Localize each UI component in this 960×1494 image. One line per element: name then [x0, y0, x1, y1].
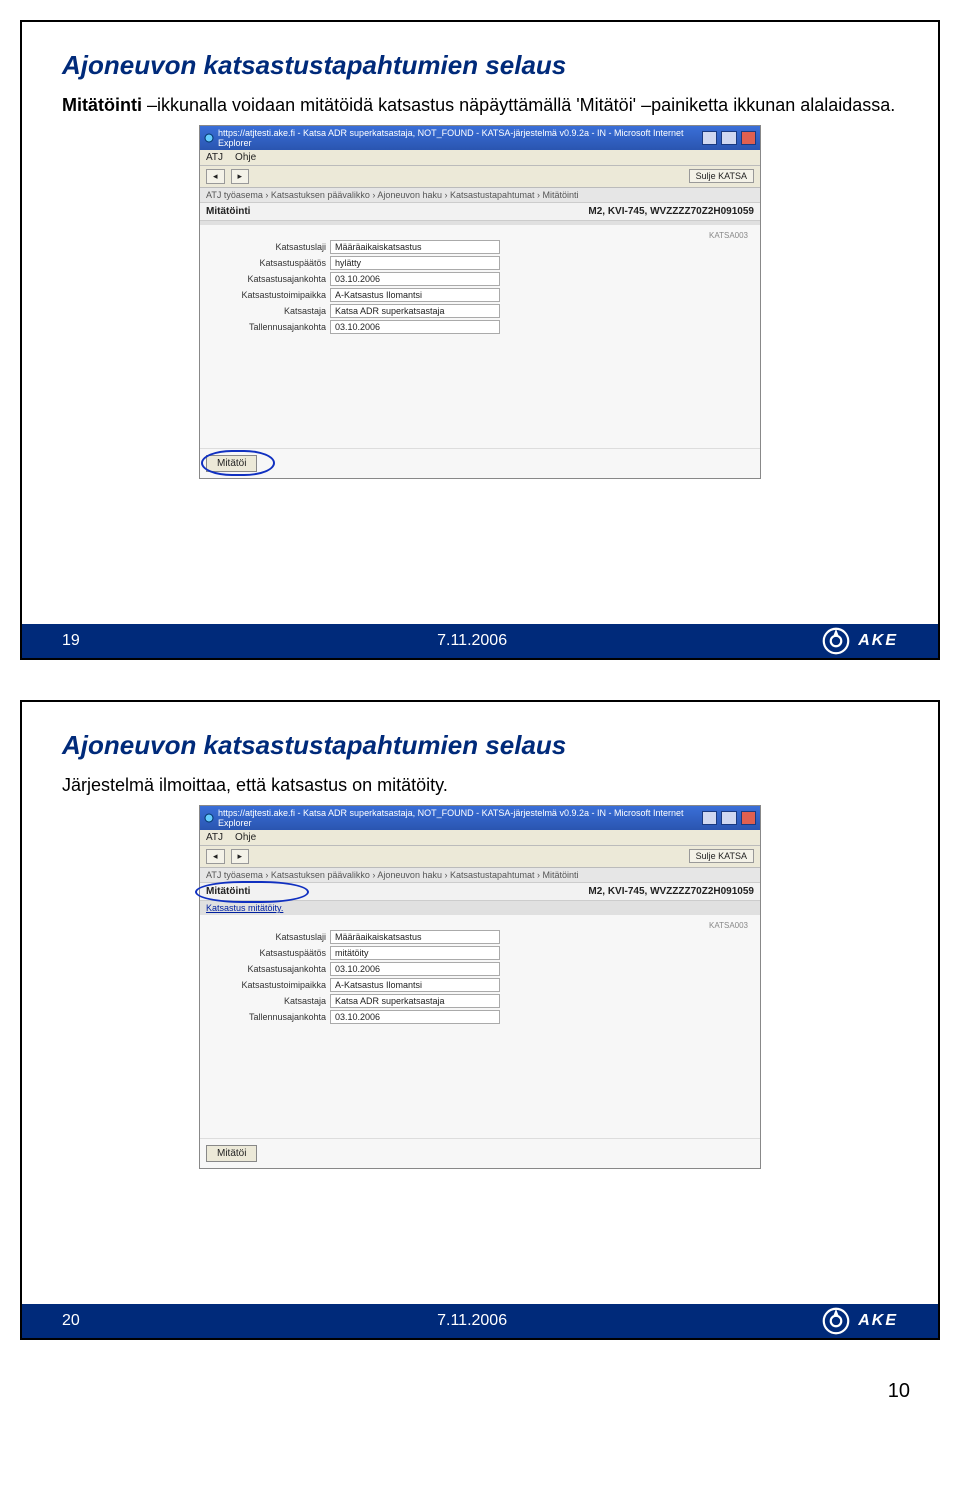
ake-logo-icon [822, 627, 850, 655]
slide-body: Järjestelmä ilmoittaa, että katsastus on… [62, 773, 898, 797]
footer-brand: AKE [822, 627, 898, 655]
slide: Ajoneuvon katsastustapahtumien selaus Jä… [20, 700, 940, 1340]
ie-icon [204, 813, 214, 823]
slide-date: 7.11.2006 [122, 1312, 822, 1330]
minimize-icon[interactable] [702, 131, 717, 145]
label-katsastuspaatos: Katsastuspäätös [206, 258, 330, 268]
ie-title-text: https://atjtesti.ake.fi - Katsa ADR supe… [218, 128, 694, 148]
value-katsastaja: Katsa ADR superkatsastaja [330, 994, 500, 1008]
value-katsastusajankohta: 03.10.2006 [330, 272, 500, 286]
app-menubar: ATJ Ohje [200, 830, 760, 846]
page-header: Mitätöinti M2, KVI-745, WVZZZZ70Z2H09105… [200, 203, 760, 221]
nav-fwd-button[interactable]: ▸ [231, 169, 250, 184]
mitatoi-button[interactable]: Mitätöi [206, 455, 257, 472]
page-header: Mitätöinti M2, KVI-745, WVZZZZ70Z2H09105… [200, 883, 760, 901]
value-katsastusajankohta: 03.10.2006 [330, 962, 500, 976]
app-menubar: ATJ Ohje [200, 150, 760, 166]
slide-number: 19 [62, 632, 122, 650]
label-katsastusajankohta: Katsastusajankohta [206, 964, 330, 974]
button-row: Mitätöi [200, 1138, 760, 1168]
maximize-icon[interactable] [721, 811, 736, 825]
value-katsastustoimipaikka: A-Katsastus Ilomantsi [330, 288, 500, 302]
label-katsastaja: Katsastaja [206, 996, 330, 1006]
slide-number: 20 [62, 1312, 122, 1330]
screen-ref: KATSA003 [206, 231, 754, 240]
ie-titlebar: https://atjtesti.ake.fi - Katsa ADR supe… [200, 126, 760, 150]
slide-date: 7.11.2006 [122, 632, 822, 650]
page-number: 10 [20, 1380, 940, 1403]
label-katsastaja: Katsastaja [206, 306, 330, 316]
ie-icon [204, 133, 214, 143]
slide-title: Ajoneuvon katsastustapahtumien selaus [62, 730, 898, 761]
footer-brand: AKE [822, 1307, 898, 1335]
screen-ref: KATSA003 [206, 921, 754, 930]
menu-ohje[interactable]: Ohje [235, 832, 256, 843]
close-icon[interactable] [741, 811, 756, 825]
app-toolbar: ◂ ▸ Sulje KATSA [200, 166, 760, 188]
menu-atj[interactable]: ATJ [206, 832, 223, 843]
ie-window: https://atjtesti.ake.fi - Katsa ADR supe… [199, 125, 761, 479]
form-spacer [200, 338, 760, 448]
slide-footer: 20 7.11.2006 AKE [22, 1304, 938, 1338]
close-katsa-button[interactable]: Sulje KATSA [689, 169, 754, 183]
nav-back-button[interactable]: ◂ [206, 849, 225, 864]
slide: Ajoneuvon katsastustapahtumien selaus Mi… [20, 20, 940, 660]
value-katsastuslaji: Määräaikaiskatsastus [330, 240, 500, 254]
page-header-right: M2, KVI-745, WVZZZZ70Z2H091059 [588, 886, 754, 897]
page-header-right: M2, KVI-745, WVZZZZ70Z2H091059 [588, 206, 754, 217]
nav-back-button[interactable]: ◂ [206, 169, 225, 184]
body-rest: –ikkunalla voidaan mitätöidä katsastus n… [142, 95, 895, 115]
brand-text: AKE [858, 632, 898, 650]
maximize-icon[interactable] [721, 131, 736, 145]
label-katsastuslaji: Katsastuslaji [206, 242, 330, 252]
slide-footer: 19 7.11.2006 AKE [22, 624, 938, 658]
close-icon[interactable] [741, 131, 756, 145]
ie-titlebar: https://atjtesti.ake.fi - Katsa ADR supe… [200, 806, 760, 830]
ie-window: https://atjtesti.ake.fi - Katsa ADR supe… [199, 805, 761, 1169]
status-message: Katsastus mitätöity. [200, 901, 760, 915]
body-bold: Mitätöinti [62, 95, 142, 115]
label-katsastustoimipaikka: Katsastustoimipaikka [206, 980, 330, 990]
value-katsastuspaatos: mitätöity [330, 946, 500, 960]
slide-title: Ajoneuvon katsastustapahtumien selaus [62, 50, 898, 81]
label-katsastuslaji: Katsastuslaji [206, 932, 330, 942]
value-katsastuspaatos: hylätty [330, 256, 500, 270]
value-katsastuslaji: Määräaikaiskatsastus [330, 930, 500, 944]
label-tallennusajankohta: Tallennusajankohta [206, 322, 330, 332]
close-katsa-button[interactable]: Sulje KATSA [689, 849, 754, 863]
body-rest: Järjestelmä ilmoittaa, että katsastus on… [62, 775, 448, 795]
value-katsastustoimipaikka: A-Katsastus Ilomantsi [330, 978, 500, 992]
value-tallennusajankohta: 03.10.2006 [330, 320, 500, 334]
label-tallennusajankohta: Tallennusajankohta [206, 1012, 330, 1022]
label-katsastuspaatos: Katsastuspäätös [206, 948, 330, 958]
ake-logo-icon [822, 1307, 850, 1335]
page-header-left: Mitätöinti [206, 206, 250, 217]
ie-title-text: https://atjtesti.ake.fi - Katsa ADR supe… [218, 808, 694, 828]
form-content: KATSA003 KatsastuslajiMääräaikaiskatsast… [200, 915, 760, 1028]
brand-text: AKE [858, 1312, 898, 1330]
value-katsastaja: Katsa ADR superkatsastaja [330, 304, 500, 318]
nav-fwd-button[interactable]: ▸ [231, 849, 250, 864]
minimize-icon[interactable] [702, 811, 717, 825]
breadcrumb: ATJ työasema › Katsastuksen päävalikko ›… [200, 188, 760, 203]
label-katsastustoimipaikka: Katsastustoimipaikka [206, 290, 330, 300]
label-katsastusajankohta: Katsastusajankohta [206, 274, 330, 284]
value-tallennusajankohta: 03.10.2006 [330, 1010, 500, 1024]
button-row: Mitätöi [200, 448, 760, 478]
slide-body: Mitätöinti –ikkunalla voidaan mitätöidä … [62, 93, 898, 117]
mitatoi-button[interactable]: Mitätöi [206, 1145, 257, 1162]
form-content: KATSA003 KatsastuslajiMääräaikaiskatsast… [200, 225, 760, 338]
breadcrumb: ATJ työasema › Katsastuksen päävalikko ›… [200, 868, 760, 883]
menu-ohje[interactable]: Ohje [235, 152, 256, 163]
app-toolbar: ◂ ▸ Sulje KATSA [200, 846, 760, 868]
menu-atj[interactable]: ATJ [206, 152, 223, 163]
page-header-left: Mitätöinti [206, 886, 250, 897]
form-spacer [200, 1028, 760, 1138]
